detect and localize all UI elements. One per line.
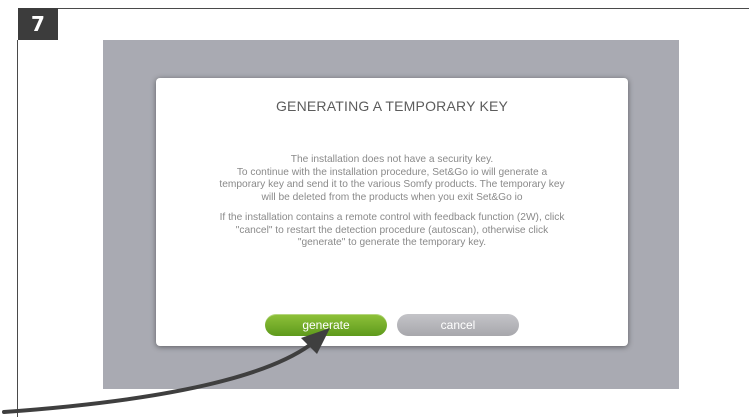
- temporary-key-dialog: GENERATING A TEMPORARY KEY The installat…: [156, 78, 628, 346]
- dialog-text-line: To continue with the installation proced…: [236, 166, 548, 178]
- app-screen: GENERATING A TEMPORARY KEY The installat…: [103, 40, 679, 389]
- dialog-paragraph-remote: If the installation contains a remote co…: [166, 212, 618, 250]
- dialog-text-line: If the installation contains a remote co…: [219, 212, 565, 223]
- dialog-paragraph-security: The installation does not have a securit…: [166, 154, 618, 204]
- cancel-button[interactable]: cancel: [397, 314, 519, 336]
- dialog-title: GENERATING A TEMPORARY KEY: [275, 98, 509, 114]
- dialog-text-line: "cancel" to restart the detection proced…: [235, 224, 549, 236]
- dialog-text-line: The installation does not have a securit…: [290, 154, 494, 165]
- dialog-text-line: temporary key and send it to the various…: [219, 179, 565, 190]
- dialog-body: The installation does not have a securit…: [166, 154, 618, 258]
- dialog-text-line: will be deleted from the products when y…: [261, 191, 523, 203]
- dialog-text-line: "generate" to generate the temporary key…: [297, 237, 487, 248]
- frame-border-top: [58, 8, 749, 9]
- step-number-badge: 7: [18, 8, 58, 40]
- frame-border-left: [17, 40, 18, 417]
- generate-button[interactable]: generate: [265, 314, 387, 336]
